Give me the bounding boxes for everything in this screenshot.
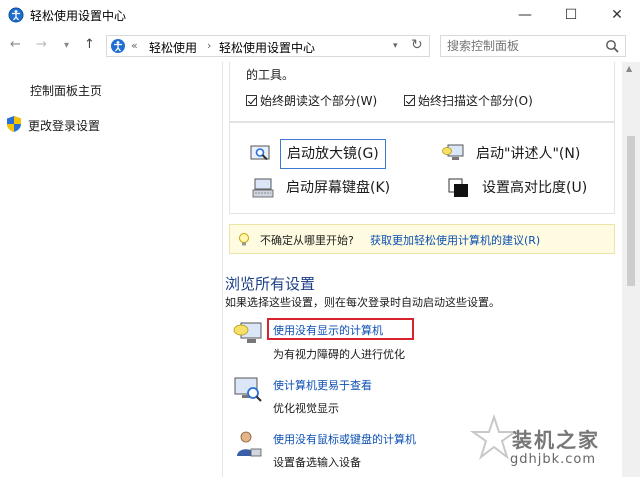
use-without-display-link[interactable]: 使用没有显示的计算机 [273, 322, 383, 338]
always-scan-checkbox[interactable]: 始终扫描这个部分(O) [404, 92, 533, 109]
on-screen-keyboard-icon [252, 178, 274, 198]
uac-shield-icon [7, 116, 21, 132]
browse-settings-heading: 浏览所有设置 [225, 275, 316, 293]
high-contrast-icon [448, 178, 468, 197]
tip-banner: 不确定从哪里开始? 获取更加轻松使用计算机的建议(R) [229, 224, 615, 254]
main-content: 的工具。 始终朗读这个部分(W) 始终扫描这个部分(O) 启动放大镜(G) 启动… [222, 62, 623, 477]
narrator-icon [442, 144, 464, 160]
refresh-icon[interactable]: ↻ [411, 37, 423, 53]
monitor-magnifier-icon [234, 377, 262, 402]
search-input[interactable] [447, 38, 597, 54]
watermark-url: gdhjbk.com [510, 452, 597, 467]
search-icon[interactable] [605, 39, 619, 53]
control-panel-icon [111, 39, 125, 53]
use-without-mouse-keyboard-link[interactable]: 使用没有鼠标或键盘的计算机 [273, 431, 416, 447]
scrollbar-thumb[interactable] [627, 136, 635, 286]
start-narrator-button[interactable]: 启动"讲述人"(N) [476, 141, 580, 167]
tools-text: 的工具。 [246, 68, 295, 82]
minimize-button[interactable]: — [502, 0, 548, 30]
window-title: 轻松使用设置中心 [30, 9, 127, 23]
breadcrumb-separator[interactable]: › [207, 39, 211, 52]
search-box[interactable] [440, 35, 626, 57]
back-arrow-icon[interactable]: ← [10, 37, 21, 52]
navigation-bar: ← → ▾ ↑ « 轻松使用 › 轻松使用设置中心 ▾ ↻ [0, 33, 640, 59]
get-recommendations-link[interactable]: 获取更加轻松使用计算机的建议(R) [370, 232, 540, 248]
watermark-title: 装机之家 [512, 428, 600, 452]
breadcrumb-overflow-icon[interactable]: « [131, 39, 138, 52]
scroll-up-arrow-icon[interactable]: ▲ [626, 64, 632, 73]
always-scan-label: 始终扫描这个部分(O) [418, 94, 533, 108]
forward-arrow-icon[interactable]: → [36, 37, 47, 52]
make-easier-to-see-desc: 优化视觉显示 [273, 402, 339, 415]
address-bar[interactable]: « 轻松使用 › 轻松使用设置中心 ▾ ↻ [106, 35, 430, 57]
always-read-label: 始终朗读这个部分(W) [260, 94, 378, 108]
start-magnifier-button[interactable]: 启动放大镜(G) [280, 139, 386, 169]
recent-locations-chevron-icon[interactable]: ▾ [64, 40, 69, 51]
close-button[interactable]: ✕ [594, 0, 640, 30]
use-without-mouse-keyboard-desc: 设置备选输入设备 [273, 456, 361, 469]
quick-launch-panel: 启动放大镜(G) 启动"讲述人"(N) 启动屏幕键盘(K) 设置高对比度(U) [229, 122, 615, 214]
vertical-scrollbar[interactable]: ▲ [622, 62, 640, 477]
breadcrumb-ease-of-access[interactable]: 轻松使用 [149, 39, 197, 56]
always-read-checkbox[interactable]: 始终朗读这个部分(W) [246, 92, 377, 109]
browse-settings-description: 如果选择这些设置，则在每次登录时自动启动这些设置。 [225, 296, 500, 309]
sidebar-item-change-sign-in-settings[interactable]: 更改登录设置 [28, 117, 100, 134]
ease-of-access-icon [8, 7, 24, 23]
address-dropdown-icon[interactable]: ▾ [393, 41, 398, 51]
person-icon [237, 431, 262, 457]
checkbox-checked-icon[interactable] [246, 95, 257, 106]
set-high-contrast-button[interactable]: 设置高对比度(U) [482, 175, 587, 201]
sidebar: 控制面板主页 更改登录设置 [0, 62, 222, 477]
display-speech-icon [233, 322, 262, 343]
breadcrumb-ease-of-access-center[interactable]: 轻松使用设置中心 [219, 39, 315, 56]
checkbox-checked-icon[interactable] [404, 95, 415, 106]
sidebar-item-control-panel-home[interactable]: 控制面板主页 [30, 82, 102, 99]
maximize-button[interactable]: ☐ [548, 0, 594, 30]
tip-question: 不确定从哪里开始? [260, 234, 354, 247]
use-without-display-desc: 为有视力障碍的人进行优化 [273, 348, 405, 361]
up-arrow-icon[interactable]: ↑ [84, 37, 95, 52]
make-easier-to-see-link[interactable]: 使计算机更易于查看 [273, 377, 372, 393]
lightbulb-icon [239, 233, 249, 246]
start-on-screen-keyboard-button[interactable]: 启动屏幕键盘(K) [286, 175, 390, 201]
magnifier-icon [250, 145, 270, 161]
tools-panel: 的工具。 始终朗读这个部分(W) 始终扫描这个部分(O) [229, 62, 615, 122]
title-bar: 轻松使用设置中心 — ☐ ✕ [0, 0, 640, 30]
